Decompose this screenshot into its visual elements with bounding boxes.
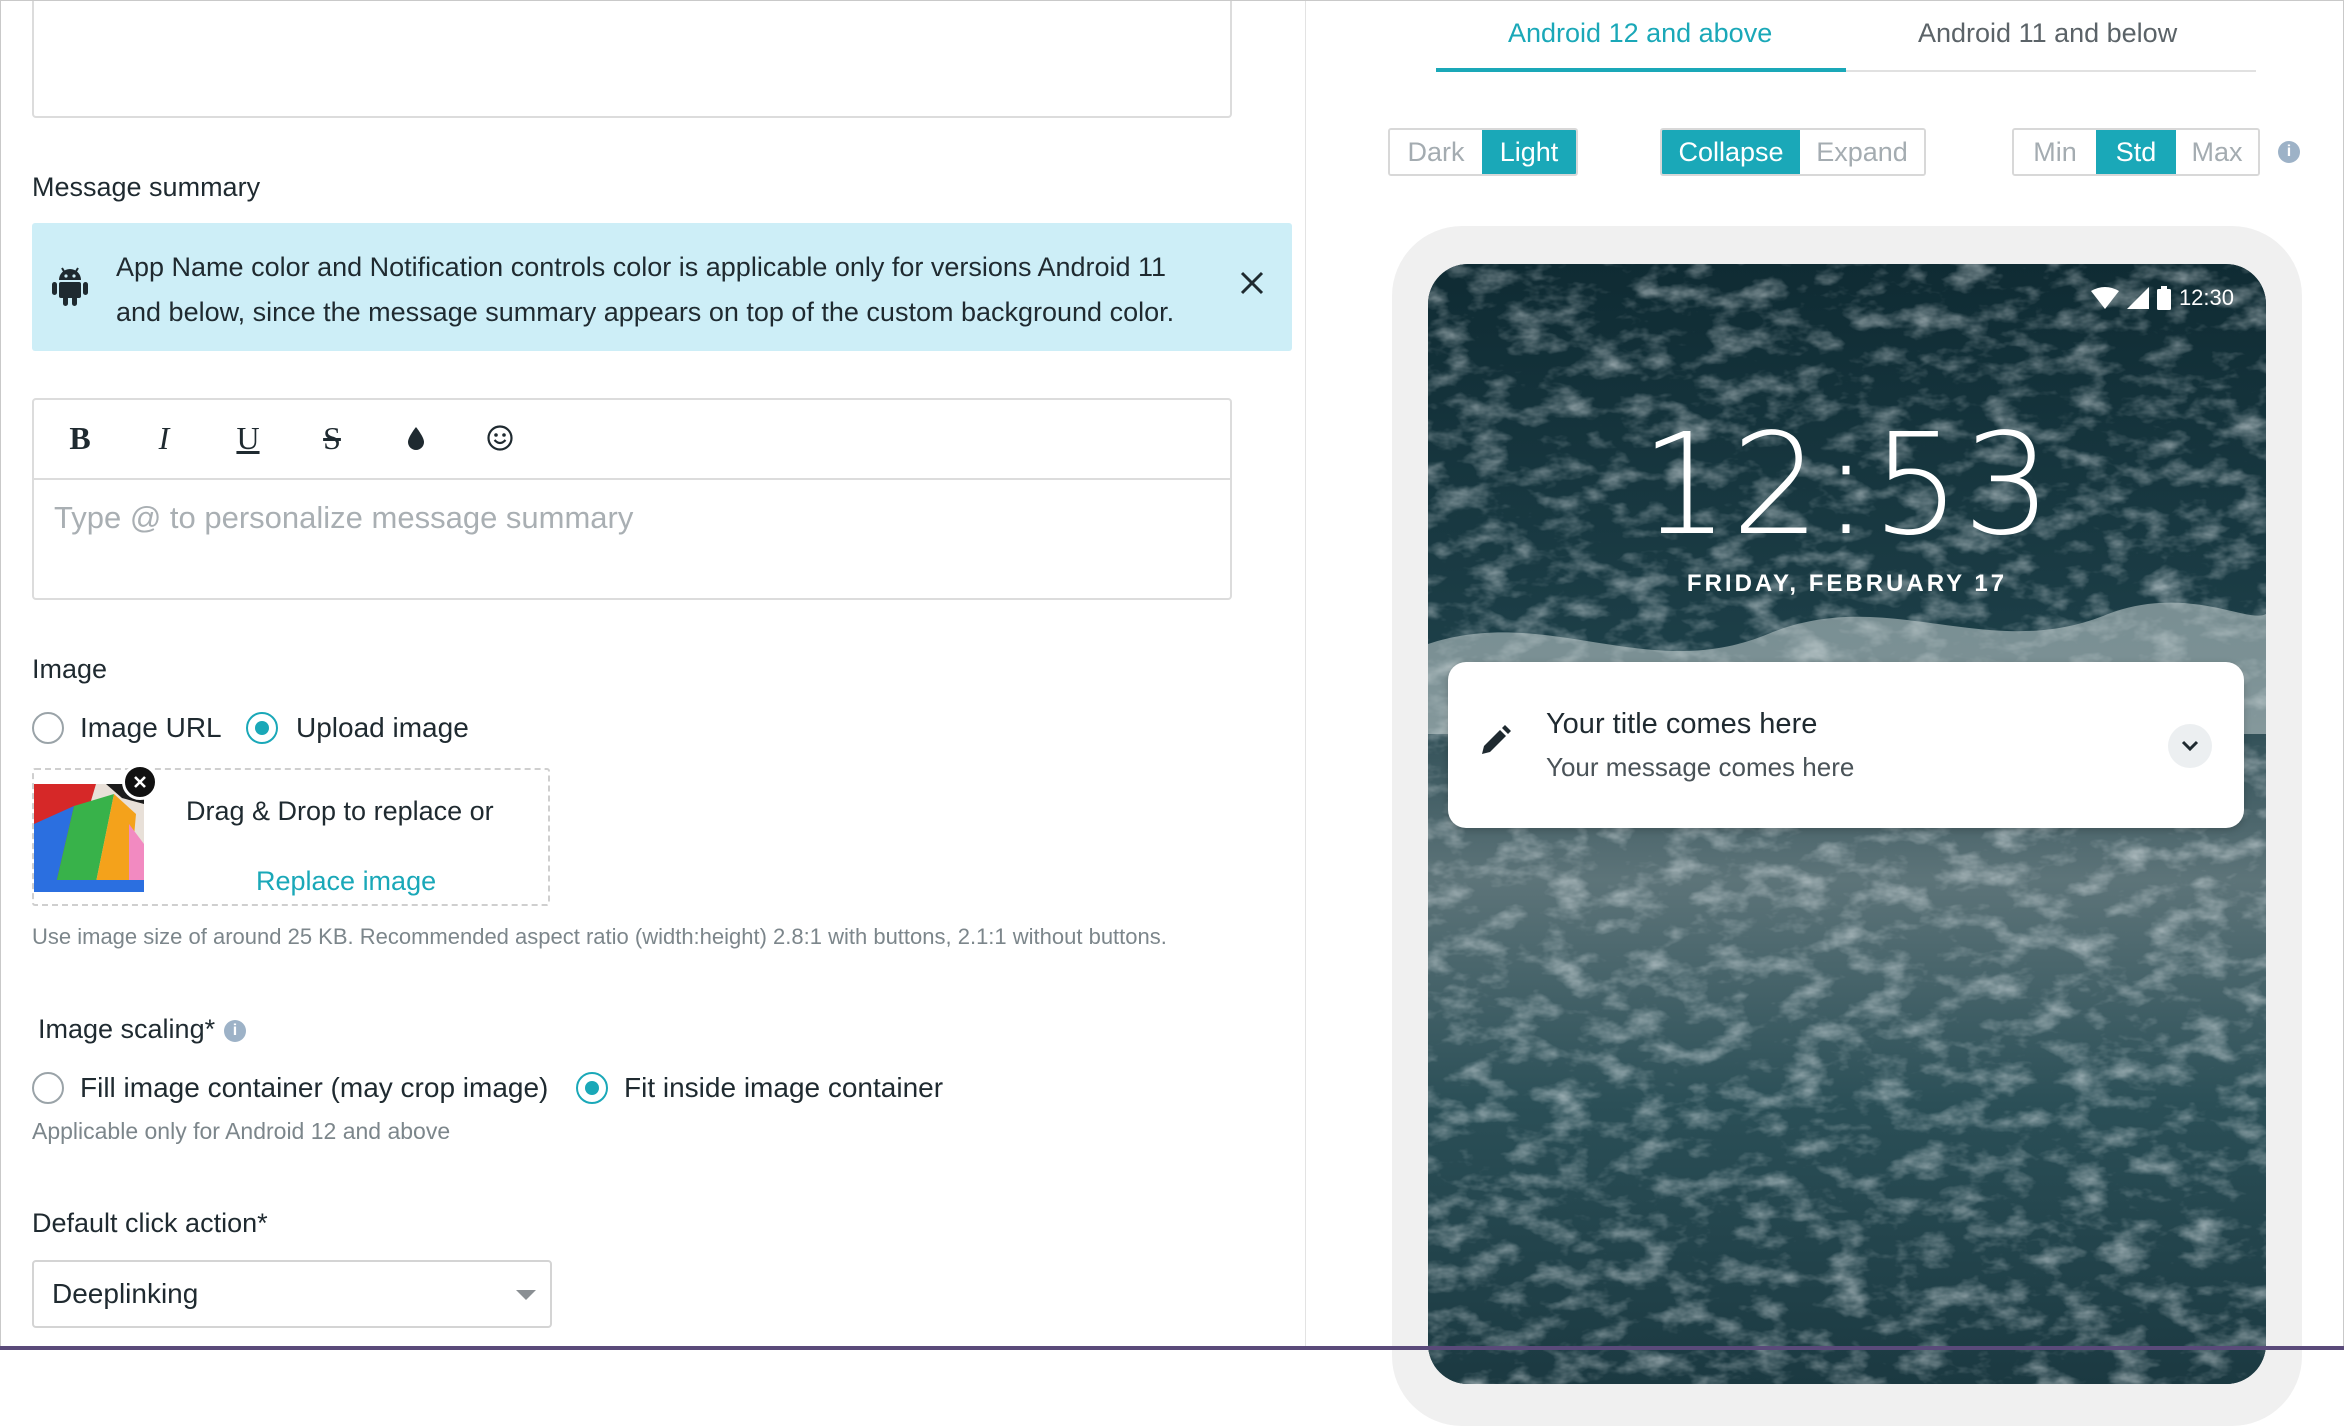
fill-container-radio[interactable] xyxy=(32,1072,64,1104)
replace-image-link[interactable]: Replace image xyxy=(256,866,436,897)
lockscreen-clock: 12:53 xyxy=(1640,404,2054,567)
image-size-hint: Use image size of around 25 KB. Recommen… xyxy=(32,924,1167,949)
upload-image-label: Upload image xyxy=(296,712,469,743)
pencil-icon xyxy=(1482,725,1511,754)
remove-image-button[interactable] xyxy=(122,764,158,800)
info-icon[interactable]: i xyxy=(224,1020,246,1042)
chevron-down-icon xyxy=(2181,740,2199,752)
emoji-icon xyxy=(487,425,513,451)
preview-tabs: Android 12 and above Android 11 and belo… xyxy=(1436,0,2256,74)
message-editor[interactable] xyxy=(32,0,1232,118)
image-dropzone[interactable]: Drag & Drop to replace or Replace image xyxy=(32,764,550,906)
notification-message: Your message comes here xyxy=(1546,752,1855,782)
fit-inside-radio[interactable] xyxy=(576,1072,608,1104)
dropzone-text: Drag & Drop to replace or xyxy=(186,796,494,826)
tab-baseline xyxy=(1846,70,2256,72)
size-std-button[interactable]: Std xyxy=(2096,130,2176,174)
drop-icon xyxy=(408,427,424,450)
status-bar: 12:30 xyxy=(2090,278,2234,318)
image-scaling-label: Image scaling* xyxy=(38,1014,216,1044)
campaign-form: Message summary App Name color and Notif… xyxy=(0,0,1305,1346)
size-min-button[interactable]: Min xyxy=(2014,130,2096,174)
editor-toolbar: B I U S xyxy=(34,400,1230,480)
default-click-action-select[interactable]: Deeplinking xyxy=(32,1260,552,1328)
phone-screen: 12:30 12:53 FRIDAY, FEBRUARY 17 Your tit… xyxy=(1428,264,2266,1384)
view-toggle: Collapse Expand xyxy=(1660,128,1926,176)
expand-button[interactable]: Expand xyxy=(1800,130,1924,174)
image-url-label: Image URL xyxy=(80,712,222,743)
message-summary-input[interactable]: Type @ to personalize message summary xyxy=(54,500,633,536)
collapse-button[interactable]: Collapse xyxy=(1662,130,1800,174)
bold-button[interactable]: B xyxy=(58,416,102,460)
active-tab-indicator xyxy=(1436,68,1846,72)
expand-notification-button[interactable] xyxy=(2168,724,2212,768)
default-click-action-label: Default click action* xyxy=(32,1208,268,1238)
image-url-radio[interactable] xyxy=(32,712,64,744)
underline-button[interactable]: U xyxy=(226,416,270,460)
text-color-button[interactable] xyxy=(394,416,438,460)
upload-image-radio[interactable] xyxy=(246,712,278,744)
strikethrough-button[interactable]: S xyxy=(310,416,354,460)
italic-button[interactable]: I xyxy=(142,416,186,460)
lockscreen-date: FRIDAY, FEBRUARY 17 xyxy=(1686,570,2008,597)
banner-text: App Name color and Notification controls… xyxy=(116,252,1175,327)
info-icon[interactable]: i xyxy=(2278,141,2300,163)
notification-card[interactable]: Your title comes here Your message comes… xyxy=(1448,662,2244,828)
battery-icon xyxy=(2156,286,2171,310)
image-label: Image xyxy=(32,654,108,684)
emoji-button[interactable] xyxy=(478,416,522,460)
fill-container-label: Fill image container (may crop image) xyxy=(80,1072,549,1103)
android-icon xyxy=(52,267,88,306)
size-toggle: Min Std Max xyxy=(2012,128,2260,176)
fit-inside-label: Fit inside image container xyxy=(624,1072,944,1103)
close-icon xyxy=(134,776,146,788)
wifi-icon xyxy=(2090,287,2119,309)
caret-down-icon xyxy=(516,1290,536,1300)
notification-title: Your title comes here xyxy=(1546,708,1818,740)
signal-icon xyxy=(2126,287,2149,309)
uploaded-image-thumbnail xyxy=(34,784,144,892)
select-value: Deeplinking xyxy=(52,1278,199,1309)
message-summary-editor: B I U S Type @ to personalize message su… xyxy=(32,398,1232,600)
image-scaling-hint: Applicable only for Android 12 and above xyxy=(32,1118,451,1144)
pane-divider xyxy=(1305,0,1306,1346)
dark-theme-button[interactable]: Dark xyxy=(1390,130,1482,174)
info-banner: App Name color and Notification controls… xyxy=(32,223,1292,351)
close-icon[interactable] xyxy=(1234,265,1270,301)
message-summary-label: Message summary xyxy=(32,172,261,202)
size-max-button[interactable]: Max xyxy=(2176,130,2258,174)
status-time: 12:30 xyxy=(2178,285,2234,310)
light-theme-button[interactable]: Light xyxy=(1482,130,1576,174)
theme-toggle: Dark Light xyxy=(1388,128,1578,176)
tab-android-11[interactable]: Android 11 and below xyxy=(1918,18,2177,49)
window-bottom-edge xyxy=(0,1346,2344,1350)
tab-android-12[interactable]: Android 12 and above xyxy=(1508,18,1772,49)
